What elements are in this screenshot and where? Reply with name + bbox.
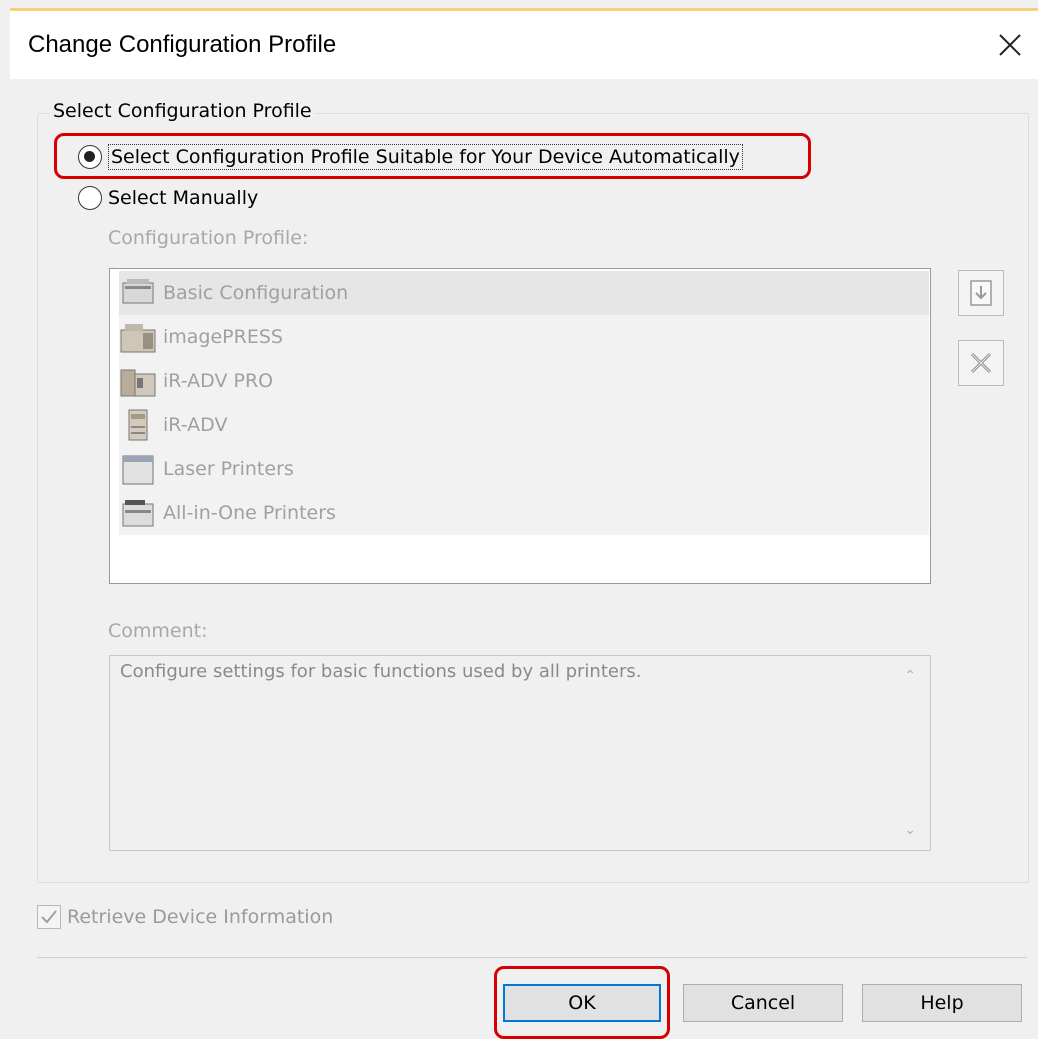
import-icon — [970, 280, 992, 306]
profile-list-label: Configuration Profile: — [108, 227, 309, 249]
import-profile-button[interactable] — [958, 270, 1004, 316]
list-item[interactable]: Laser Printers — [119, 447, 929, 491]
delete-profile-button[interactable] — [958, 340, 1004, 386]
radio-auto-label: Select Configuration Profile Suitable fo… — [108, 144, 743, 170]
profile-list[interactable]: Basic Configuration imagePRESS iR-ADV PR… — [109, 268, 931, 584]
cancel-button[interactable]: Cancel — [683, 984, 843, 1022]
scroll-up-icon[interactable]: ⌃ — [904, 668, 916, 684]
list-item-label: All-in-One Printers — [163, 502, 336, 524]
printer-basic-icon — [122, 279, 154, 304]
list-item-label: iR-ADV — [163, 414, 228, 436]
all-in-one-printer-icon — [122, 500, 154, 527]
production-printer-icon — [120, 369, 156, 397]
list-item-label: iR-ADV PRO — [163, 370, 274, 392]
window-title: Change Configuration Profile — [28, 31, 337, 58]
radio-manual-label: Select Manually — [108, 187, 259, 209]
list-item[interactable]: imagePRESS — [119, 315, 929, 359]
list-item[interactable]: Basic Configuration — [119, 271, 929, 315]
close-button[interactable] — [990, 25, 1030, 65]
delete-icon — [970, 352, 992, 374]
checkmark-icon — [41, 910, 57, 924]
radio-manual-indicator[interactable] — [78, 186, 102, 210]
retrieve-device-info-checkbox[interactable]: Retrieve Device Information — [37, 905, 333, 929]
list-item-label: imagePRESS — [163, 326, 283, 348]
office-printer-icon — [128, 409, 148, 441]
list-item[interactable]: All-in-One Printers — [119, 491, 929, 535]
close-icon — [999, 34, 1021, 56]
help-button[interactable]: Help — [862, 984, 1022, 1022]
comment-label: Comment: — [108, 620, 208, 642]
ok-button[interactable]: OK — [503, 984, 661, 1022]
laser-printer-icon — [122, 455, 154, 485]
list-item[interactable]: iR-ADV — [119, 403, 929, 447]
radio-select-manually[interactable]: Select Manually — [78, 186, 258, 210]
list-item[interactable]: iR-ADV PRO — [119, 359, 929, 403]
group-label: Select Configuration Profile — [50, 100, 315, 122]
radio-auto-indicator[interactable] — [78, 145, 102, 169]
retrieve-checkbox-indicator[interactable] — [37, 905, 61, 929]
list-item-label: Basic Configuration — [163, 282, 349, 304]
footer-separator — [37, 957, 1027, 958]
list-item-label: Laser Printers — [163, 458, 294, 480]
comment-box: Configure settings for basic functions u… — [109, 655, 931, 851]
retrieve-label: Retrieve Device Information — [67, 906, 334, 928]
title-bar: Change Configuration Profile — [10, 11, 1038, 79]
radio-auto-select[interactable]: Select Configuration Profile Suitable fo… — [78, 144, 743, 170]
production-printer-icon — [120, 324, 156, 353]
scroll-down-icon[interactable]: ⌄ — [904, 822, 916, 838]
comment-text: Configure settings for basic functions u… — [120, 661, 642, 682]
